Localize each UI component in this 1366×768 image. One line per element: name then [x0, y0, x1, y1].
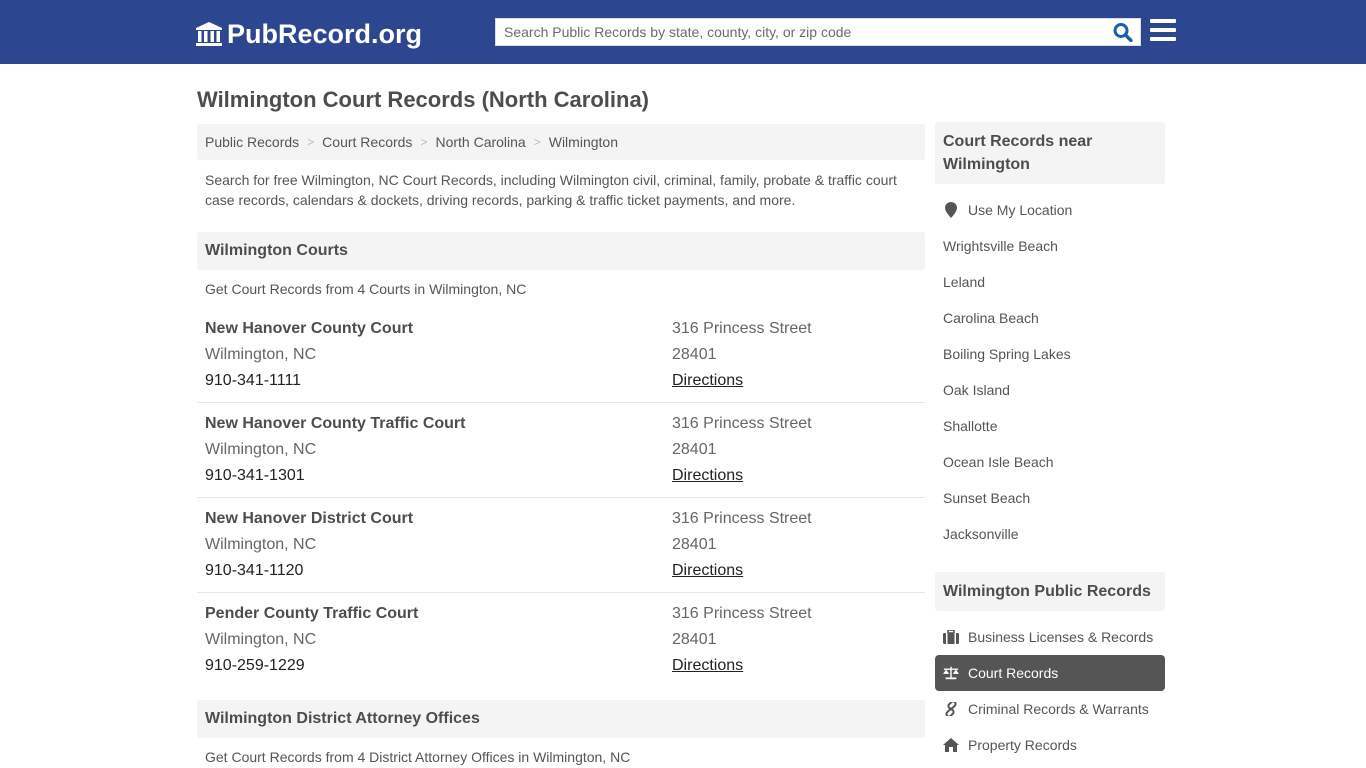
map-marker-icon [943, 202, 959, 218]
court-zip: 28401 [672, 536, 717, 553]
menu-bar [1150, 37, 1176, 41]
public-records-heading: Wilmington Public Records [935, 572, 1165, 611]
sidebar-item-business-licenses[interactable]: Business Licenses & Records [935, 619, 1165, 655]
sidebar-item-label: Criminal Records & Warrants [968, 701, 1149, 717]
court-city: Wilmington, NC [205, 536, 317, 553]
search-bar [495, 18, 1141, 46]
directions-link[interactable]: Directions [672, 562, 743, 579]
courts-section-heading: Wilmington Courts [197, 232, 925, 270]
court-zip: 28401 [672, 346, 717, 363]
intro-text: Search for free Wilmington, NC Court Rec… [205, 172, 897, 208]
menu-bar [1150, 19, 1176, 23]
courthouse-icon [196, 22, 222, 46]
court-city: Wilmington, NC [205, 631, 317, 648]
court-city: Wilmington, NC [205, 346, 317, 363]
search-input[interactable] [496, 19, 1106, 45]
court-listing: New Hanover District Court Wilmington, N… [197, 498, 925, 593]
briefcase-icon [943, 629, 959, 645]
court-name: New Hanover District Court [205, 510, 414, 527]
sidebar-item-label: Business Licenses & Records [968, 629, 1154, 645]
directions-link[interactable]: Directions [672, 467, 743, 484]
court-city: Wilmington, NC [205, 441, 317, 458]
breadcrumb-north-carolina[interactable]: North Carolina [435, 134, 525, 150]
link-icon [943, 701, 959, 717]
breadcrumb-public-records[interactable]: Public Records [205, 134, 299, 150]
sidebar-item-label: Property Records [968, 737, 1077, 753]
nearby-city-link[interactable]: Wrightsville Beach [935, 228, 1165, 264]
breadcrumb-court-records[interactable]: Court Records [322, 134, 412, 150]
home-icon [943, 737, 959, 753]
breadcrumb-separator: > [420, 135, 428, 149]
directions-link[interactable]: Directions [672, 657, 743, 674]
court-name: New Hanover County Traffic Court [205, 415, 466, 432]
court-zip: 28401 [672, 441, 717, 458]
court-zip: 28401 [672, 631, 717, 648]
nearby-city-link[interactable]: Carolina Beach [935, 300, 1165, 336]
search-icon[interactable] [1112, 22, 1134, 42]
sidebar-item-label: Court Records [968, 665, 1059, 681]
nearby-city-link[interactable]: Boiling Spring Lakes [935, 336, 1165, 372]
nearby-city-link[interactable]: Ocean Isle Beach [935, 444, 1165, 480]
court-listing: Pender County Traffic Court Wilmington, … [197, 593, 925, 688]
courts-section-subheading: Get Court Records from 4 Courts in Wilmi… [205, 281, 527, 297]
nearby-city-link[interactable]: Shallotte [935, 408, 1165, 444]
use-my-location-label: Use My Location [968, 202, 1073, 218]
court-phone[interactable]: 910-341-1301 [205, 463, 465, 489]
top-navbar: PubRecord.org [0, 0, 1366, 64]
use-my-location-link[interactable]: Use My Location [935, 192, 1165, 228]
logo-text: PubRecord.org [227, 19, 423, 49]
da-section-subheading: Get Court Records from 4 District Attorn… [205, 749, 631, 765]
directions-link[interactable]: Directions [672, 372, 743, 389]
court-address: 316 Princess Street [672, 415, 812, 432]
court-address: 316 Princess Street [672, 510, 812, 527]
breadcrumb-separator: > [307, 135, 315, 149]
breadcrumb-separator: > [533, 135, 541, 149]
court-phone[interactable]: 910-341-1111 [205, 368, 413, 394]
sidebar-item-property-records[interactable]: Property Records [935, 727, 1165, 763]
breadcrumb-wilmington[interactable]: Wilmington [549, 134, 618, 150]
nearby-heading: Court Records near Wilmington [935, 122, 1165, 184]
court-name: Pender County Traffic Court [205, 605, 419, 622]
nearby-city-link[interactable]: Leland [935, 264, 1165, 300]
site-logo[interactable]: PubRecord.org [195, 17, 422, 51]
da-section-heading: Wilmington District Attorney Offices [197, 700, 925, 738]
menu-bar [1150, 28, 1176, 32]
court-name: New Hanover County Court [205, 320, 414, 337]
court-address: 316 Princess Street [672, 605, 812, 622]
court-phone[interactable]: 910-259-1229 [205, 653, 418, 679]
court-listing: New Hanover County Traffic Court Wilming… [197, 403, 925, 498]
nearby-city-link[interactable]: Jacksonville [935, 516, 1165, 552]
nearby-city-link[interactable]: Oak Island [935, 372, 1165, 408]
breadcrumb: Public Records > Court Records > North C… [197, 124, 925, 160]
court-listing: New Hanover County Court Wilmington, NC … [197, 308, 925, 403]
hamburger-menu-icon[interactable] [1150, 19, 1176, 43]
nearby-city-link[interactable]: Sunset Beach [935, 480, 1165, 516]
court-phone[interactable]: 910-341-1120 [205, 558, 413, 584]
sidebar-item-criminal-records[interactable]: Criminal Records & Warrants [935, 691, 1165, 727]
court-address: 316 Princess Street [672, 320, 812, 337]
sidebar-item-court-records[interactable]: Court Records [935, 655, 1165, 691]
balance-scale-icon [943, 665, 959, 681]
page-title: Wilmington Court Records (North Carolina… [197, 87, 650, 112]
